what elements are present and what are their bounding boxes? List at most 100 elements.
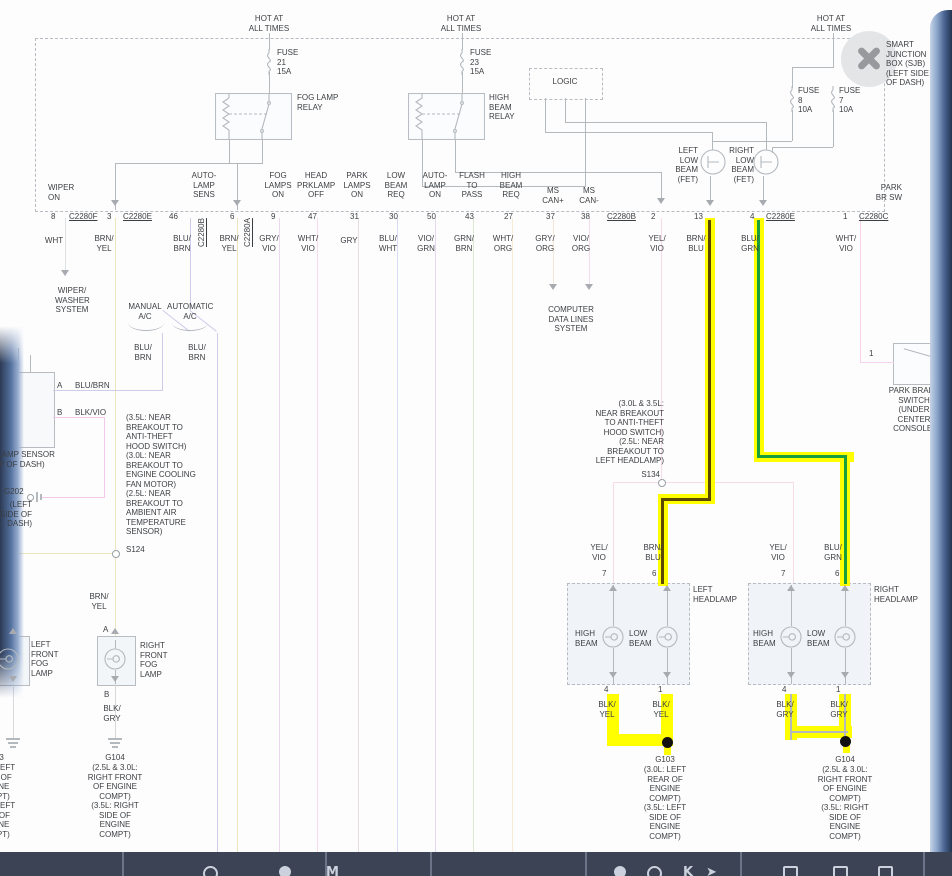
- ground-g202-location: (LEFT SIDE OF DASH): [0, 500, 32, 528]
- toolbar-user-icon[interactable]: [279, 866, 291, 876]
- signal-flash-to-pass: FLASH TO PASS: [459, 171, 485, 199]
- toolbar-arrow-icon[interactable]: ➤: [706, 866, 717, 876]
- wire: [712, 141, 792, 142]
- pin-number: 1: [869, 349, 874, 358]
- fuse-21-label: FUSE 21 15A: [277, 48, 299, 76]
- wire-color: GRY/ ORG: [535, 234, 555, 253]
- connector-c2280b: C2280B: [607, 212, 636, 221]
- wire-color: BLU/BRN: [75, 381, 110, 390]
- pin-number: 3: [107, 212, 112, 221]
- hot-at-label: HOT AT ALL TIMES: [248, 14, 290, 33]
- wire-color: BLU/ GRN: [741, 234, 759, 253]
- wire-yelvio: [613, 482, 614, 583]
- toolbar-square-icon[interactable]: [783, 866, 798, 876]
- high-beam-bulb-icon: [780, 626, 802, 648]
- pin-number: 6: [835, 569, 840, 578]
- arrow-down-icon: [549, 284, 557, 290]
- computer-data-lines-label: COMPUTER DATA LINES SYSTEM: [548, 305, 594, 333]
- ground-icon: [110, 742, 120, 744]
- window-right-edge: [930, 10, 952, 852]
- toolbar-k-icon[interactable]: K: [683, 866, 693, 876]
- fuse-7-label: FUSE 7 10A: [839, 86, 861, 114]
- ground-g104-label: G104: [105, 753, 125, 762]
- signal-ms-can-minus: MS CAN-: [579, 186, 599, 205]
- wire-brnblu: [661, 498, 711, 501]
- toolbar-divider: [585, 852, 587, 876]
- arrow-down-icon: [657, 198, 665, 204]
- toolbar-square-icon[interactable]: [833, 866, 848, 876]
- wire: [545, 98, 546, 132]
- wire: [565, 98, 566, 122]
- arrow-down-icon: [61, 270, 69, 276]
- wire-blubrn: [217, 333, 218, 852]
- wire: [462, 33, 463, 50]
- wire: [115, 163, 263, 164]
- pin-number: 7: [602, 569, 607, 578]
- arrow-down-icon: [841, 672, 849, 678]
- wire-color: BRN/ YEL: [89, 592, 109, 611]
- sjb-title: SMART JUNCTION BOX (SJB) (LEFT SIDE OF D…: [886, 40, 929, 87]
- ground-g202-icon: [36, 492, 38, 502]
- toolbar-circle-icon[interactable]: [614, 866, 626, 876]
- arrow-down-icon: [609, 672, 617, 678]
- arrow-up-icon: [841, 585, 849, 591]
- pin-number: 4: [750, 212, 755, 221]
- wire-gryorg: [553, 218, 554, 288]
- pin-number: 46: [169, 212, 178, 221]
- brace: [128, 322, 164, 331]
- wire-color: BLK/ GRY: [103, 704, 121, 723]
- signal-park-lamps-on: PARK LAMPS ON: [343, 171, 371, 199]
- wire: [667, 648, 668, 684]
- fuse-23-symbol: [460, 49, 464, 75]
- ground-icon: [8, 742, 18, 744]
- wire-color: BLU/ WHT: [378, 234, 398, 253]
- pin-number: 7: [781, 569, 786, 578]
- wire-blubrn: [190, 218, 191, 310]
- ground-icon: [108, 738, 122, 740]
- arrow-down-icon: [787, 672, 795, 678]
- wire-color: BRN/ BLU: [686, 234, 706, 253]
- bottom-toolbar[interactable]: M K ➤: [0, 852, 952, 876]
- wire-blkgry: [790, 731, 848, 733]
- ground-g103-label: G103: [0, 753, 4, 762]
- wire: [455, 140, 456, 172]
- wire-color: BRN/ YEL: [219, 234, 239, 253]
- splice-s124-note: (3.5L: NEAR BREAKOUT TO ANTI-THEFT HOOD …: [126, 413, 196, 536]
- wire-yelvio: [793, 482, 794, 583]
- toolbar-m-icon[interactable]: M: [326, 866, 339, 876]
- arrow-up-icon: [663, 585, 671, 591]
- toolbar-circle-icon[interactable]: [647, 866, 662, 876]
- ground-icon: [10, 746, 16, 748]
- toolbar-divider: [923, 852, 925, 876]
- low-beam-label: LOW BEAM: [807, 629, 830, 648]
- connector-c2280e: C2280E: [766, 212, 795, 221]
- wire: [30, 355, 31, 373]
- hot-at-label: HOT AT ALL TIMES: [810, 14, 852, 33]
- wire-blubrn: [162, 333, 163, 391]
- wire: [462, 72, 463, 93]
- wire: [269, 33, 270, 50]
- arrow-down-icon: [663, 672, 671, 678]
- low-beam-bulb-icon: [834, 626, 856, 648]
- arrow-up-icon: [111, 628, 119, 634]
- high-beam-relay-label: HIGH BEAM RELAY: [489, 93, 515, 121]
- wire-blkvio: [104, 417, 105, 498]
- arrow-down-icon: [9, 676, 17, 682]
- pin-number: 4: [604, 685, 609, 694]
- right-low-beam-fet-symbol: [753, 149, 779, 175]
- pin-number: 1: [658, 685, 663, 694]
- toolbar-square-icon[interactable]: [878, 866, 893, 876]
- wire-brnyel: [237, 218, 238, 852]
- wire: [791, 648, 792, 684]
- automatic-ac-label: AUTOMATIC A/C: [167, 302, 214, 321]
- toolbar-circle-icon[interactable]: [203, 866, 218, 876]
- ground-g104-location: (2.5L & 3.0L: RIGHT FRONT OF ENGINE COMP…: [817, 765, 873, 841]
- arrow-up-icon: [787, 585, 795, 591]
- wire: [845, 585, 846, 626]
- ground-g104-location: (2.5L & 3.0L: RIGHT FRONT OF ENGINE COMP…: [87, 763, 143, 839]
- pin-number: 6: [230, 212, 235, 221]
- wire-viogrn: [435, 218, 436, 852]
- brace: [172, 322, 208, 331]
- pin-number: 6: [652, 569, 657, 578]
- wire-gry: [358, 218, 359, 852]
